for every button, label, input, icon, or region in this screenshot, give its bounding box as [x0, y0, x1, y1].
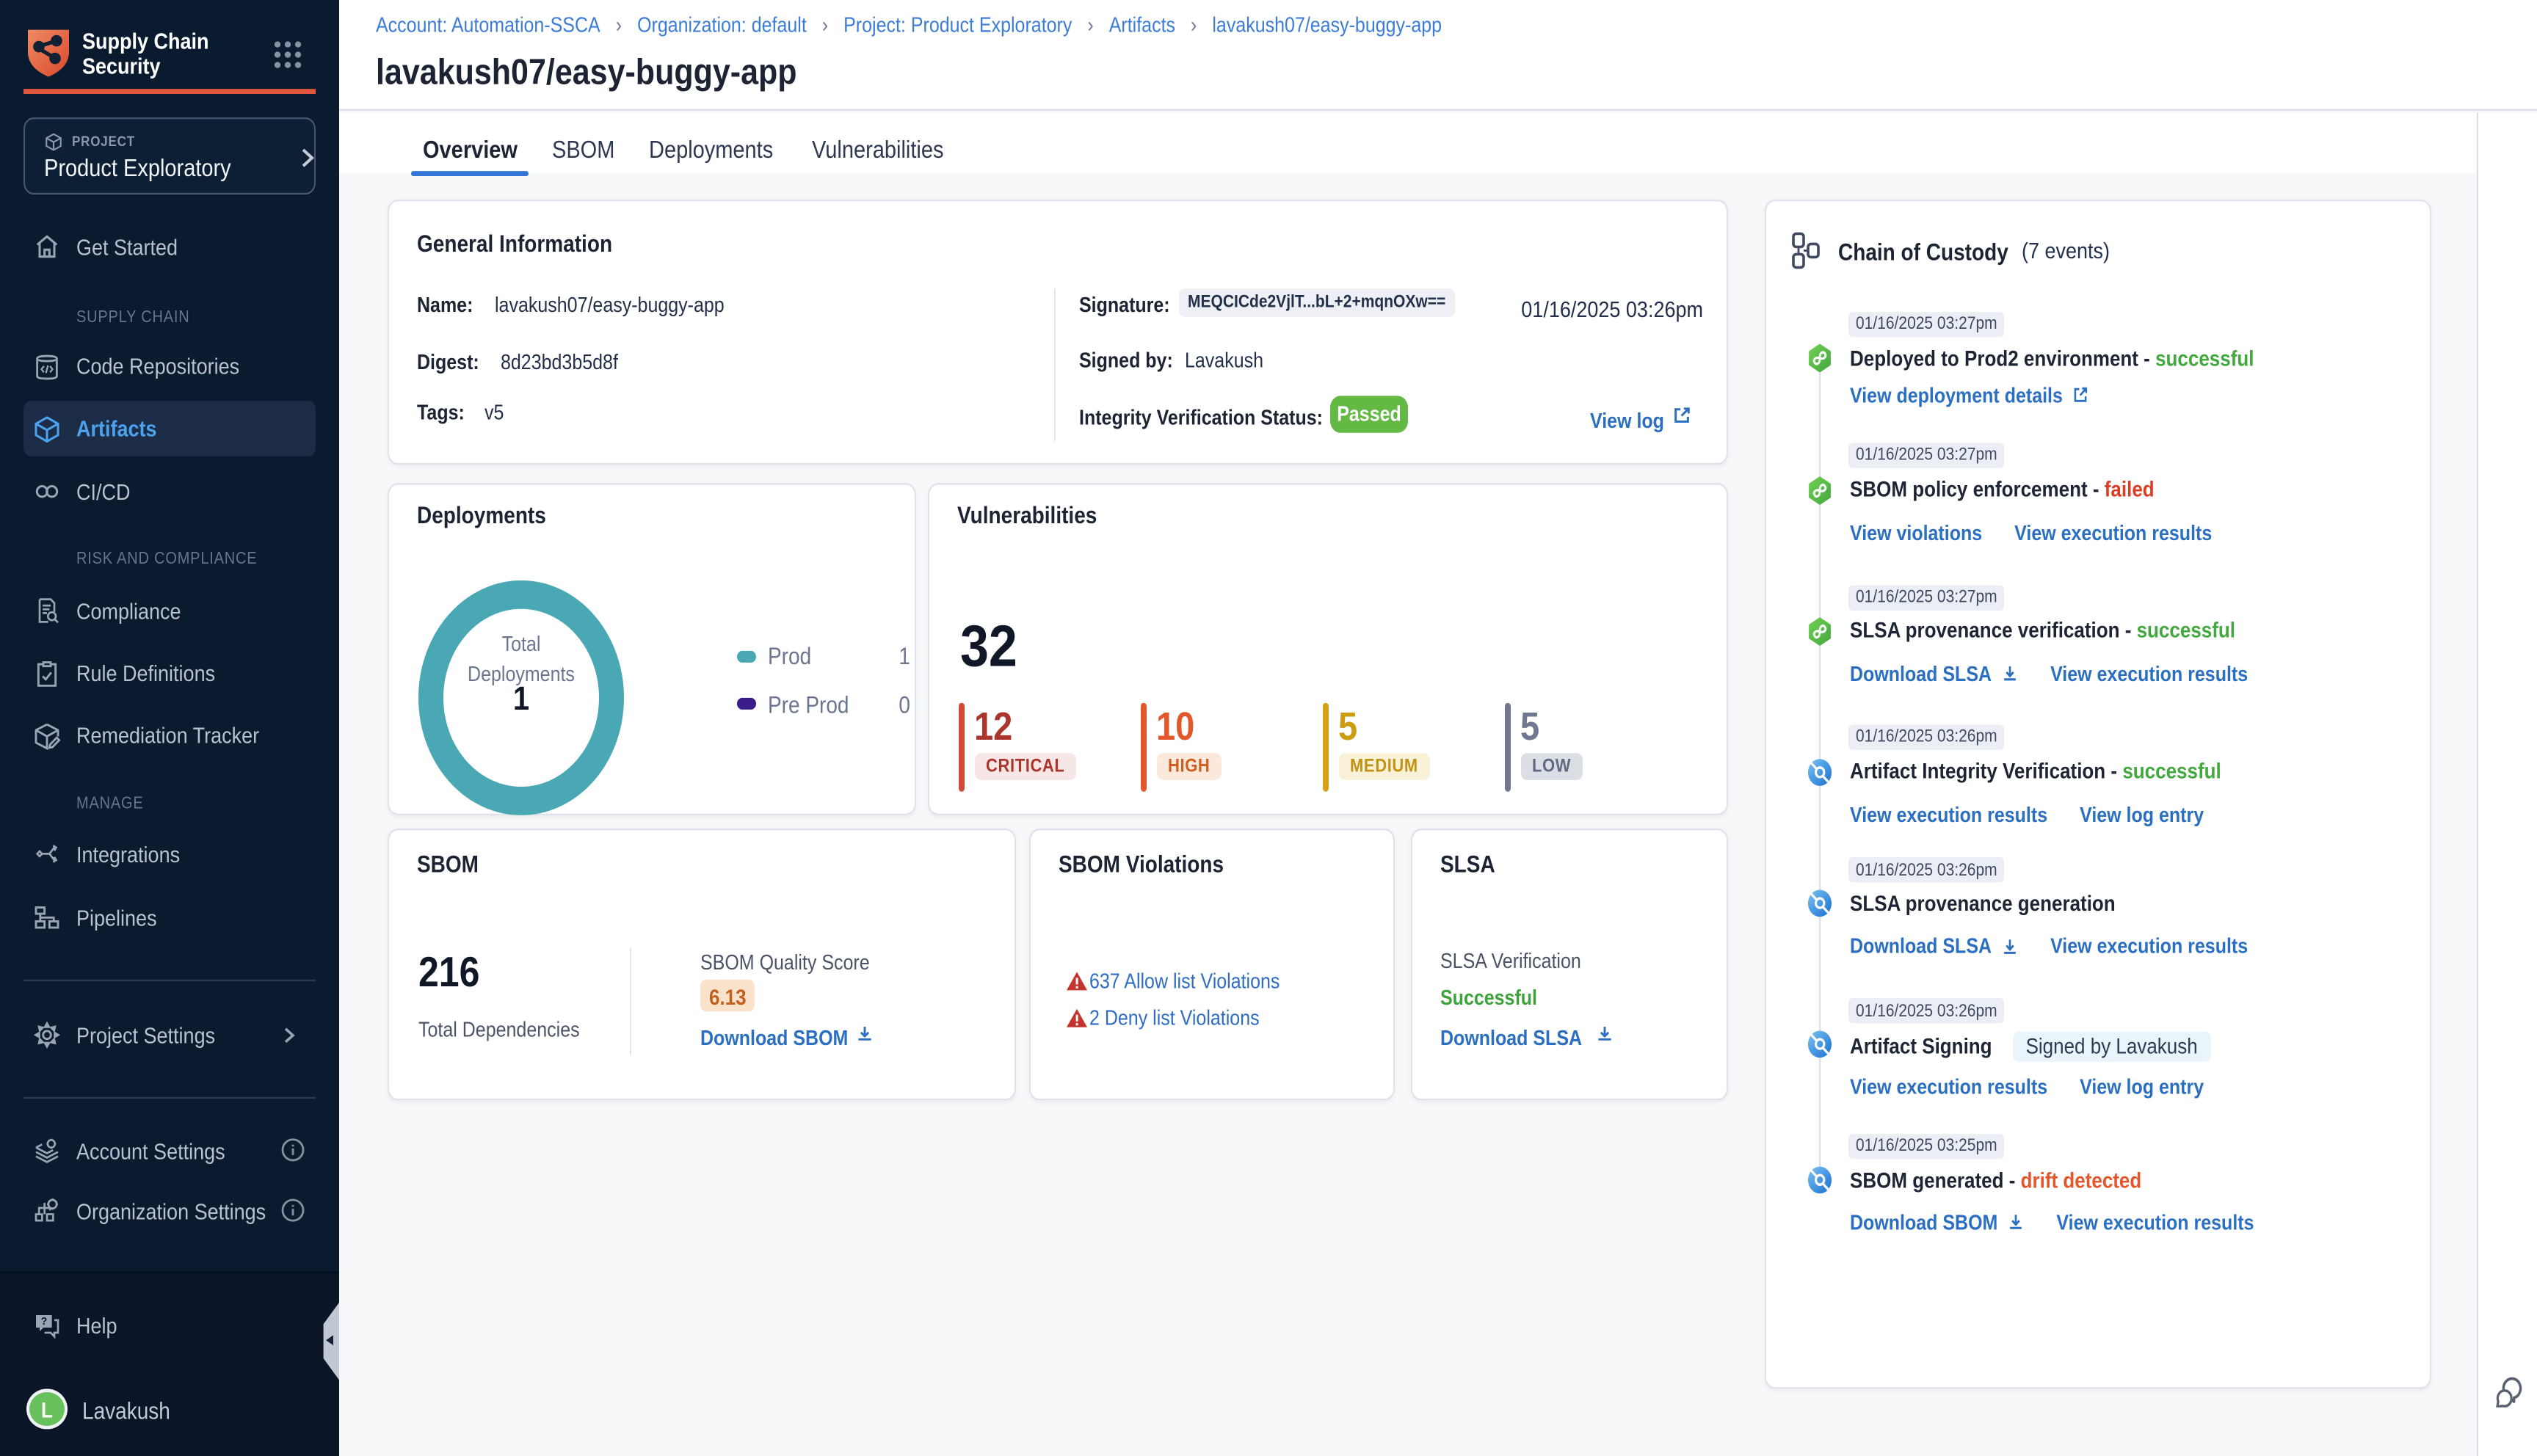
- svg-text:?: ?: [41, 1316, 48, 1328]
